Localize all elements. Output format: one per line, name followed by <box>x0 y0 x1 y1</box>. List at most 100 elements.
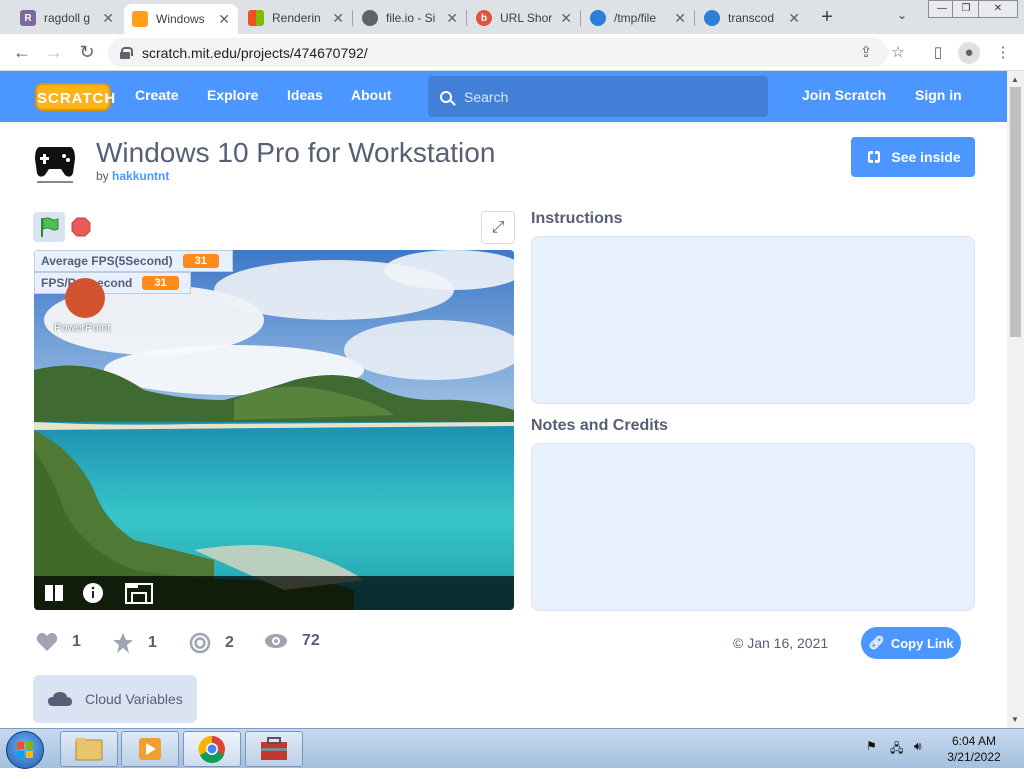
share-icon[interactable]: ⇪ <box>855 42 877 64</box>
tab-rendering[interactable]: Renderin ✕ <box>240 4 352 32</box>
network-icon[interactable]: 🖧︎ <box>890 739 903 779</box>
close-icon[interactable]: ✕ <box>218 11 230 28</box>
side-panel-icon[interactable]: ▯ <box>927 42 949 64</box>
powerpoint-icon[interactable] <box>62 278 108 322</box>
tab-favicon-icon: R <box>20 10 36 26</box>
copy-link-button[interactable]: 🔗︎ Copy Link <box>861 627 961 659</box>
nav-create[interactable]: Create <box>135 87 179 103</box>
taskbar-chrome[interactable] <box>183 731 241 767</box>
windows-start-button[interactable] <box>6 731 44 769</box>
remix-stat: 2 <box>189 632 234 654</box>
file-explorer-icon[interactable] <box>124 581 154 605</box>
volume-icon[interactable]: 🔊︎ <box>914 739 922 779</box>
cloud-upload-icon <box>590 10 606 26</box>
taskbar-media-player[interactable] <box>121 731 179 767</box>
instructions-heading: Instructions <box>531 210 623 227</box>
search-icon <box>440 90 452 103</box>
media-player-icon <box>139 738 161 760</box>
tab-search-chevron-icon[interactable]: ⌄ <box>897 8 907 22</box>
green-flag-icon <box>41 217 59 237</box>
scroll-up-icon[interactable]: ▲ <box>1011 75 1019 84</box>
nav-ideas[interactable]: Ideas <box>287 87 323 103</box>
globe-icon <box>362 10 378 26</box>
project-author-avatar[interactable] <box>33 139 77 187</box>
close-icon[interactable]: ✕ <box>674 10 686 27</box>
browser-toolbar: ← → ↻ scratch.mit.edu/projects/474670792… <box>0 34 1024 71</box>
cloud-variables-badge: Cloud Variables <box>33 675 197 723</box>
scratch-nav-bar: SCRATCH Create Explore Ideas About Searc… <box>0 71 1007 122</box>
nav-explore[interactable]: Explore <box>207 87 258 103</box>
close-icon[interactable]: ✕ <box>560 10 572 27</box>
restore-button[interactable]: ❐ <box>952 0 980 18</box>
lock-icon <box>120 46 133 59</box>
project-title: Windows 10 Pro for Workstation <box>96 137 496 168</box>
remix-arrows-icon <box>868 151 881 163</box>
new-tab-button[interactable]: + <box>816 6 838 28</box>
info-icon[interactable] <box>82 582 104 604</box>
author-link[interactable]: hakkuntnt <box>112 169 169 183</box>
remix-spiral-icon <box>189 632 211 654</box>
windows-logo-icon <box>17 742 33 758</box>
fullscreen-icon[interactable]: ⤢ <box>481 211 515 244</box>
bookmark-star-icon[interactable]: ☆ <box>887 42 909 64</box>
microsoft-icon <box>248 10 264 26</box>
stage-taskbar <box>34 576 514 610</box>
tab-url-shortener[interactable]: b URL Shor ✕ <box>468 4 580 32</box>
tab-favicon-icon <box>132 11 148 27</box>
tab-fileio[interactable]: file.io - Si ✕ <box>354 4 466 32</box>
back-arrow-icon[interactable]: ← <box>10 41 34 65</box>
reload-icon[interactable]: ↻ <box>75 41 99 65</box>
project-byline: by hakkuntnt <box>96 169 170 183</box>
notes-credits-heading: Notes and Credits <box>531 417 668 434</box>
instructions-box <box>531 236 975 404</box>
menu-kebab-icon[interactable]: ⋮ <box>992 42 1014 64</box>
close-icon[interactable]: ✕ <box>788 10 800 27</box>
scrollbar-thumb[interactable] <box>1010 87 1021 337</box>
taskbar-toolbox[interactable] <box>245 731 303 767</box>
favorite-stat[interactable]: 1 <box>112 632 157 654</box>
scratch-logo[interactable]: SCRATCH <box>35 83 115 111</box>
see-inside-button[interactable]: See inside <box>851 137 975 177</box>
fps-per-second-monitor: FPS/Per second 31 <box>34 272 191 294</box>
folder-icon <box>75 738 103 761</box>
shared-date: © Jan 16, 2021 <box>733 635 829 651</box>
scroll-down-icon[interactable]: ▼ <box>1011 715 1019 724</box>
heart-icon <box>36 632 58 651</box>
taskbar-file-explorer[interactable] <box>60 731 118 767</box>
tab-tmp-file[interactable]: /tmp/file ✕ <box>582 4 694 32</box>
link-icon: 🔗︎ <box>868 635 885 650</box>
close-icon[interactable]: ✕ <box>446 10 458 27</box>
network-warning-icon[interactable]: ⚑ <box>866 739 877 779</box>
tab-transcode[interactable]: transcod ✕ <box>696 4 808 32</box>
views-stat: 72 <box>264 632 320 650</box>
close-icon[interactable]: ✕ <box>332 10 344 27</box>
powerpoint-label: PowerPoint <box>54 322 111 334</box>
page-scrollbar[interactable]: ▲ ▼ <box>1007 71 1024 728</box>
system-clock[interactable]: 6:04 AM 3/21/2022 <box>944 733 1004 765</box>
tab-windows[interactable]: Windows ✕ <box>124 4 238 34</box>
sign-in-link[interactable]: Sign in <box>915 87 962 103</box>
search-input[interactable]: Search <box>428 76 768 117</box>
address-bar[interactable]: scratch.mit.edu/projects/474670792/ <box>108 38 888 67</box>
nav-about[interactable]: About <box>351 87 391 103</box>
eye-icon <box>265 634 287 648</box>
profile-avatar-icon[interactable]: ● <box>958 42 980 64</box>
join-scratch-link[interactable]: Join Scratch <box>802 87 886 103</box>
windows-taskbar: ⚑ 🖧︎ 🔊︎ 6:04 AM 3/21/2022 <box>0 728 1024 769</box>
windows-start-icon[interactable] <box>44 584 64 602</box>
average-fps-monitor: Average FPS(5Second) 31 <box>34 250 233 272</box>
stop-button[interactable] <box>71 217 91 237</box>
close-icon[interactable]: ✕ <box>102 10 114 27</box>
star-icon <box>113 633 133 653</box>
cloud-upload-icon <box>704 10 720 26</box>
cloud-icon <box>48 692 72 706</box>
tab-ragdoll[interactable]: R ragdoll g ✕ <box>12 4 122 32</box>
love-stat[interactable]: 1 <box>36 632 81 652</box>
green-flag-button[interactable] <box>33 212 65 242</box>
project-stage[interactable]: Average FPS(5Second) 31 FPS/Per second 3… <box>34 250 514 610</box>
close-window-button[interactable]: ✕ <box>978 0 1018 18</box>
forward-arrow-icon[interactable]: → <box>42 41 66 65</box>
notes-credits-box <box>531 443 975 611</box>
chrome-icon <box>198 735 225 763</box>
bitly-icon: b <box>476 10 492 26</box>
